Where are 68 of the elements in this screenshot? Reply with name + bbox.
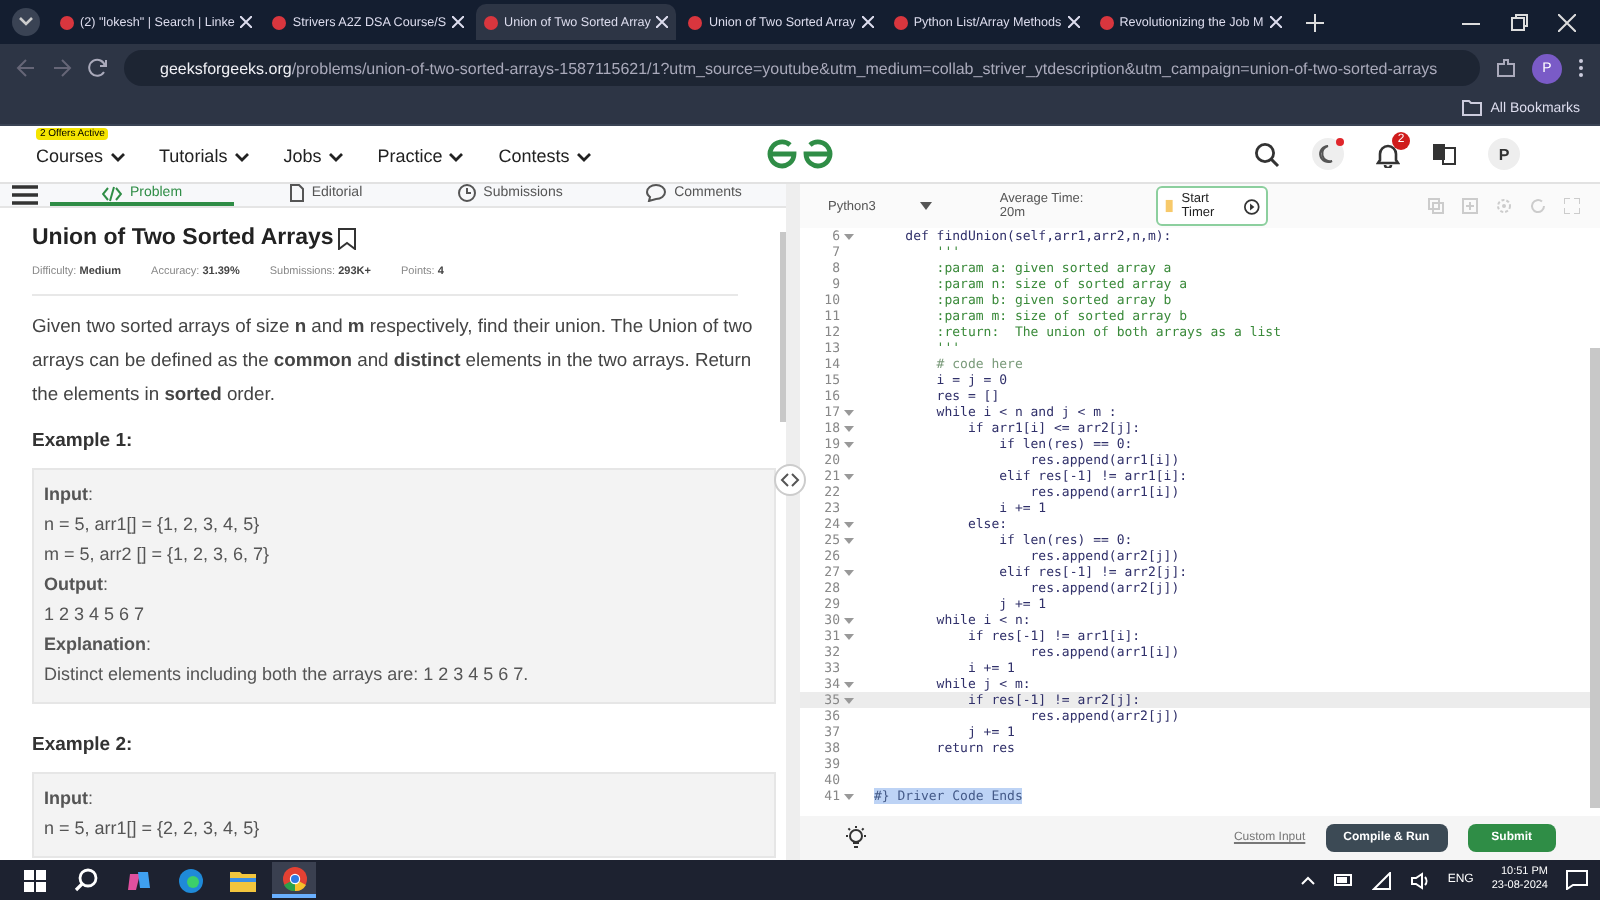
folder-icon <box>1462 100 1483 116</box>
caret-icon <box>327 151 344 161</box>
translate-icon[interactable] <box>1432 142 1456 166</box>
user-avatar[interactable]: P <box>1488 138 1520 170</box>
nav-menu-item[interactable]: Contests <box>498 146 592 166</box>
kebab-menu-icon[interactable] <box>1578 58 1584 78</box>
caret-icon <box>448 151 465 161</box>
fold-caret-icon[interactable] <box>844 521 854 527</box>
nav-menu-item[interactable]: Tutorials <box>159 146 250 166</box>
problem-title: Union of Two Sorted Arrays <box>32 226 334 250</box>
example-line: 1 2 3 4 5 6 7 <box>44 602 147 628</box>
caret-icon <box>575 151 592 161</box>
reload-icon[interactable] <box>88 58 108 78</box>
bookmark-icon[interactable] <box>337 227 356 249</box>
nav-menu-item[interactable]: Courses <box>36 146 126 166</box>
wifi-icon[interactable] <box>1371 871 1392 889</box>
example-line: Input: <box>44 482 96 508</box>
nav-menu-item[interactable]: Practice <box>377 146 465 166</box>
tab-search-icon[interactable] <box>12 8 40 36</box>
fold-caret-icon[interactable] <box>844 425 854 431</box>
example-line: Input: <box>44 786 96 812</box>
extensions-icon[interactable] <box>1496 58 1516 78</box>
close-icon[interactable] <box>1067 16 1080 28</box>
fold-caret-icon[interactable] <box>844 569 854 575</box>
clock-icon <box>457 184 476 202</box>
bell-icon[interactable] <box>1376 141 1400 167</box>
example-line: Distinct elements including both the arrays are: 1 2 3 4 5 6 7. <box>44 662 531 688</box>
fold-caret-icon[interactable] <box>844 409 854 415</box>
moon-icon <box>1318 144 1338 164</box>
fold-caret-icon[interactable] <box>844 233 854 239</box>
address-bar[interactable]: geeksforgeeks.org/problems/union-of-two-sorted-arrays-1587115621/1?utm_source=youtube&utm_medium=collab_striver_ytdescription&utm_campaign=union-of-two-sorted-arrays <box>124 50 1480 86</box>
new-tab-icon[interactable] <box>1305 13 1324 31</box>
caret-icon <box>919 202 932 210</box>
close-icon[interactable] <box>240 16 253 28</box>
caret-icon <box>233 151 250 161</box>
lightbulb-icon[interactable] <box>844 826 868 850</box>
caret-icon <box>109 151 126 161</box>
nav-menu-item[interactable]: Jobs <box>283 146 344 166</box>
close-icon[interactable] <box>1269 16 1282 28</box>
close-icon[interactable] <box>861 16 874 28</box>
chevron-up-icon[interactable] <box>1299 875 1316 885</box>
problem-description: Given two sorted arrays of size n and m respectively, find their union. The Union of two arrays can be defined as the common and distinct elements in the two arrays. Return the elements in sorted order. <box>32 312 755 408</box>
example-line: m = 5, arr2 [] = {1, 2, 3, 6, 7} <box>44 542 272 568</box>
fold-caret-icon[interactable] <box>844 473 854 479</box>
example-heading: Example 1: <box>32 430 135 452</box>
example-line: Explanation: <box>44 632 154 658</box>
fold-caret-icon[interactable] <box>844 633 854 639</box>
code-icon <box>101 185 122 201</box>
notification-icon[interactable] <box>1566 870 1588 890</box>
dark-mode-toggle[interactable] <box>1312 138 1344 170</box>
example-line: n = 5, arr1[] = {1, 2, 3, 4, 5} <box>44 512 262 538</box>
fold-caret-icon[interactable] <box>844 441 854 447</box>
fold-caret-icon[interactable] <box>844 681 854 687</box>
close-icon[interactable] <box>452 16 465 28</box>
example-line: Output: <box>44 572 111 598</box>
close-icon[interactable] <box>656 16 669 28</box>
example-line: n = 5, arr1[] = {2, 2, 3, 4, 5} <box>44 816 262 842</box>
search-icon[interactable] <box>1254 141 1280 167</box>
speaker-icon[interactable] <box>1409 871 1430 889</box>
example-heading: Example 2: <box>32 734 135 756</box>
logo-icon[interactable] <box>766 138 834 170</box>
fold-caret-icon[interactable] <box>844 793 854 799</box>
fold-caret-icon[interactable] <box>844 537 854 543</box>
fold-caret-icon[interactable] <box>844 617 854 623</box>
battery-icon[interactable] <box>1333 874 1354 886</box>
play-icon <box>1244 197 1261 215</box>
comment-icon <box>646 184 667 202</box>
chrome-icon[interactable] <box>272 862 316 898</box>
